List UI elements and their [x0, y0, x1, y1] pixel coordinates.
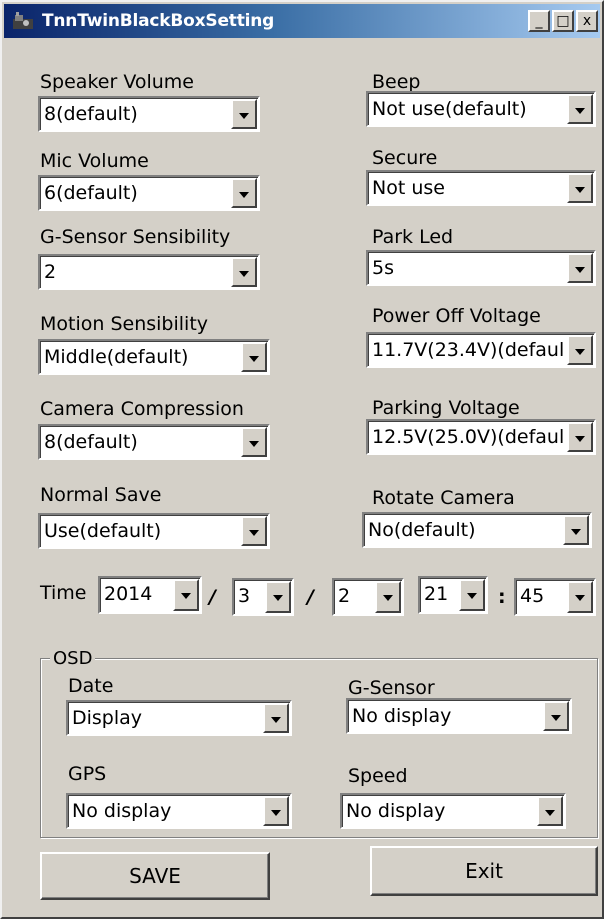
motion-sensibility-label: Motion Sensibility: [40, 313, 209, 335]
settings-window: TnnTwinBlackBoxSetting _ □ x Speaker Vol…: [0, 0, 604, 919]
beep-label: Beep: [372, 71, 421, 93]
parking-voltage-value: 12.5V(25.0V)(defaul: [372, 426, 564, 448]
osd-gps-select[interactable]: No display: [66, 793, 292, 829]
year-select[interactable]: 2014: [98, 576, 202, 614]
month-select[interactable]: 3: [232, 578, 294, 616]
osd-legend: OSD: [50, 648, 96, 669]
save-button-label: SAVE: [129, 864, 181, 888]
exit-button[interactable]: Exit: [370, 846, 598, 896]
close-button[interactable]: x: [576, 10, 598, 32]
camera-compression-label: Camera Compression: [40, 398, 244, 420]
speaker-volume-select[interactable]: 8(default): [38, 96, 260, 132]
exit-button-label: Exit: [465, 859, 503, 883]
chevron-down-icon[interactable]: [567, 94, 593, 124]
chevron-down-icon[interactable]: [265, 581, 291, 613]
chevron-down-icon[interactable]: [231, 99, 257, 129]
chevron-down-icon[interactable]: [459, 579, 485, 611]
osd-g-sensor-select[interactable]: No display: [346, 698, 572, 734]
chevron-down-icon[interactable]: [543, 701, 569, 731]
osd-speed-label: Speed: [348, 765, 408, 787]
osd-gps-label: GPS: [68, 763, 107, 785]
chevron-down-icon[interactable]: [375, 581, 401, 613]
chevron-down-icon[interactable]: [567, 173, 593, 203]
month-value: 3: [238, 585, 251, 607]
chevron-down-icon[interactable]: [241, 342, 267, 372]
chevron-down-icon[interactable]: [537, 796, 563, 826]
window-title: TnnTwinBlackBoxSetting: [42, 11, 275, 31]
rotate-camera-select[interactable]: No(default): [362, 512, 592, 548]
g-sensor-sensibility-label: G-Sensor Sensibility: [40, 226, 231, 248]
osd-gps-value: No display: [72, 800, 172, 822]
power-off-voltage-value: 11.7V(23.4V)(defaul: [372, 339, 564, 361]
mic-volume-select[interactable]: 6(default): [38, 175, 260, 211]
mic-volume-label: Mic Volume: [40, 150, 149, 172]
osd-date-value: Display: [72, 707, 143, 729]
osd-speed-value: No display: [346, 800, 446, 822]
g-sensor-sensibility-value: 2: [44, 261, 57, 283]
chevron-down-icon[interactable]: [567, 581, 593, 613]
normal-save-label: Normal Save: [40, 484, 162, 506]
hour-select[interactable]: 21: [418, 576, 488, 614]
chevron-down-icon[interactable]: [563, 515, 589, 545]
chevron-down-icon[interactable]: [231, 257, 257, 287]
osd-date-label: Date: [68, 675, 114, 697]
park-led-value: 5s: [372, 257, 394, 279]
date-separator: /: [209, 586, 216, 608]
year-value: 2014: [104, 583, 153, 605]
osd-date-select[interactable]: Display: [66, 700, 292, 736]
osd-g-sensor-value: No display: [352, 705, 452, 727]
day-select[interactable]: 2: [332, 578, 404, 616]
osd-g-sensor-label: G-Sensor: [348, 677, 435, 699]
park-led-select[interactable]: 5s: [366, 250, 596, 286]
time-separator: :: [498, 586, 506, 608]
camera-compression-select[interactable]: 8(default): [38, 424, 270, 460]
chevron-down-icon[interactable]: [567, 422, 593, 452]
parking-voltage-select[interactable]: 12.5V(25.0V)(defaul: [366, 419, 596, 455]
secure-select[interactable]: Not use: [366, 170, 596, 206]
chevron-down-icon[interactable]: [567, 335, 593, 365]
mic-volume-value: 6(default): [44, 182, 138, 204]
parking-voltage-label: Parking Voltage: [372, 397, 520, 419]
chevron-down-icon[interactable]: [263, 796, 289, 826]
park-led-label: Park Led: [372, 226, 454, 248]
chevron-down-icon[interactable]: [567, 253, 593, 283]
g-sensor-sensibility-select[interactable]: 2: [38, 254, 260, 290]
normal-save-select[interactable]: Use(default): [38, 513, 270, 549]
chevron-down-icon[interactable]: [173, 579, 199, 611]
rotate-camera-label: Rotate Camera: [372, 487, 515, 509]
speaker-volume-label: Speaker Volume: [40, 71, 194, 93]
speaker-volume-value: 8(default): [44, 103, 138, 125]
beep-select[interactable]: Not use(default): [366, 91, 596, 127]
motion-sensibility-value: Middle(default): [44, 346, 189, 368]
secure-value: Not use: [372, 177, 445, 199]
time-label: Time: [40, 582, 87, 604]
beep-value: Not use(default): [372, 98, 527, 120]
camera-compression-value: 8(default): [44, 431, 138, 453]
rotate-camera-value: No(default): [368, 519, 476, 541]
secure-label: Secure: [372, 147, 438, 169]
title-bar[interactable]: TnnTwinBlackBoxSetting _ □ x: [4, 4, 600, 38]
chevron-down-icon[interactable]: [231, 178, 257, 208]
osd-speed-select[interactable]: No display: [340, 793, 566, 829]
hour-value: 21: [424, 583, 449, 605]
chevron-down-icon[interactable]: [241, 427, 267, 457]
minimize-button[interactable]: _: [528, 10, 550, 32]
power-off-voltage-select[interactable]: 11.7V(23.4V)(defaul: [366, 332, 596, 368]
day-value: 2: [338, 585, 351, 607]
save-button[interactable]: SAVE: [40, 852, 270, 900]
chevron-down-icon[interactable]: [263, 703, 289, 733]
power-off-voltage-label: Power Off Voltage: [372, 305, 541, 327]
minute-select[interactable]: 45: [514, 578, 596, 616]
motion-sensibility-select[interactable]: Middle(default): [38, 339, 270, 375]
app-icon: [13, 12, 33, 29]
normal-save-value: Use(default): [44, 520, 162, 542]
chevron-down-icon[interactable]: [241, 516, 267, 546]
minute-value: 45: [520, 585, 545, 607]
maximize-button[interactable]: □: [552, 10, 574, 32]
date-separator: /: [307, 586, 314, 608]
